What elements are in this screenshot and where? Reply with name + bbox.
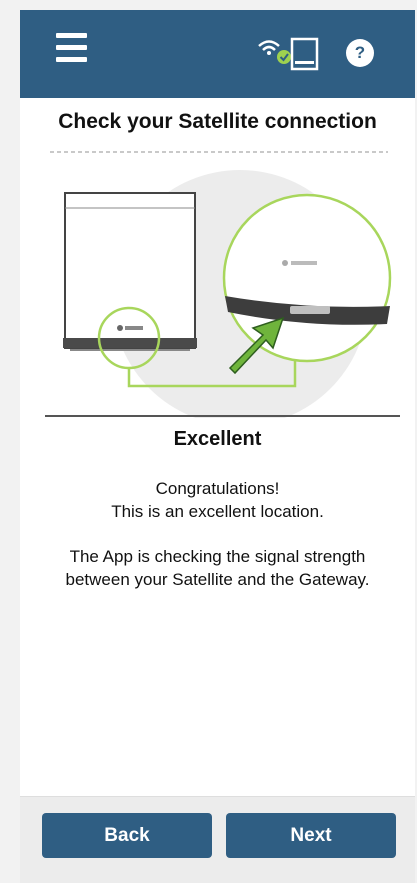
app-screen: ? Check your Satellite connection Excell… bbox=[20, 10, 415, 883]
congrats-line-1: Congratulations! bbox=[155, 479, 280, 498]
hamburger-menu-icon[interactable] bbox=[56, 33, 87, 63]
checking-message: The App is checking the signal strength … bbox=[20, 545, 415, 591]
wifi-satellite-status-icon[interactable] bbox=[255, 34, 325, 74]
signal-quality-status: Excellent bbox=[173, 428, 262, 450]
help-icon[interactable]: ? bbox=[346, 39, 374, 67]
dotted-divider bbox=[50, 151, 388, 153]
congrats-line-2: This is an excellent location. bbox=[111, 502, 324, 521]
checking-line-1: The App is checking the signal strength bbox=[69, 547, 366, 566]
page-title: Check your Satellite connection bbox=[58, 110, 377, 133]
congrats-message: Congratulations! This is an excellent lo… bbox=[20, 477, 415, 523]
checking-line-2: between your Satellite and the Gateway. bbox=[65, 570, 370, 589]
satellite-placement-illustration bbox=[45, 170, 400, 418]
back-button[interactable]: Back bbox=[42, 813, 212, 858]
next-button[interactable]: Next bbox=[226, 813, 396, 858]
app-header: ? bbox=[20, 10, 415, 98]
footer-bar: Back Next bbox=[20, 796, 415, 883]
